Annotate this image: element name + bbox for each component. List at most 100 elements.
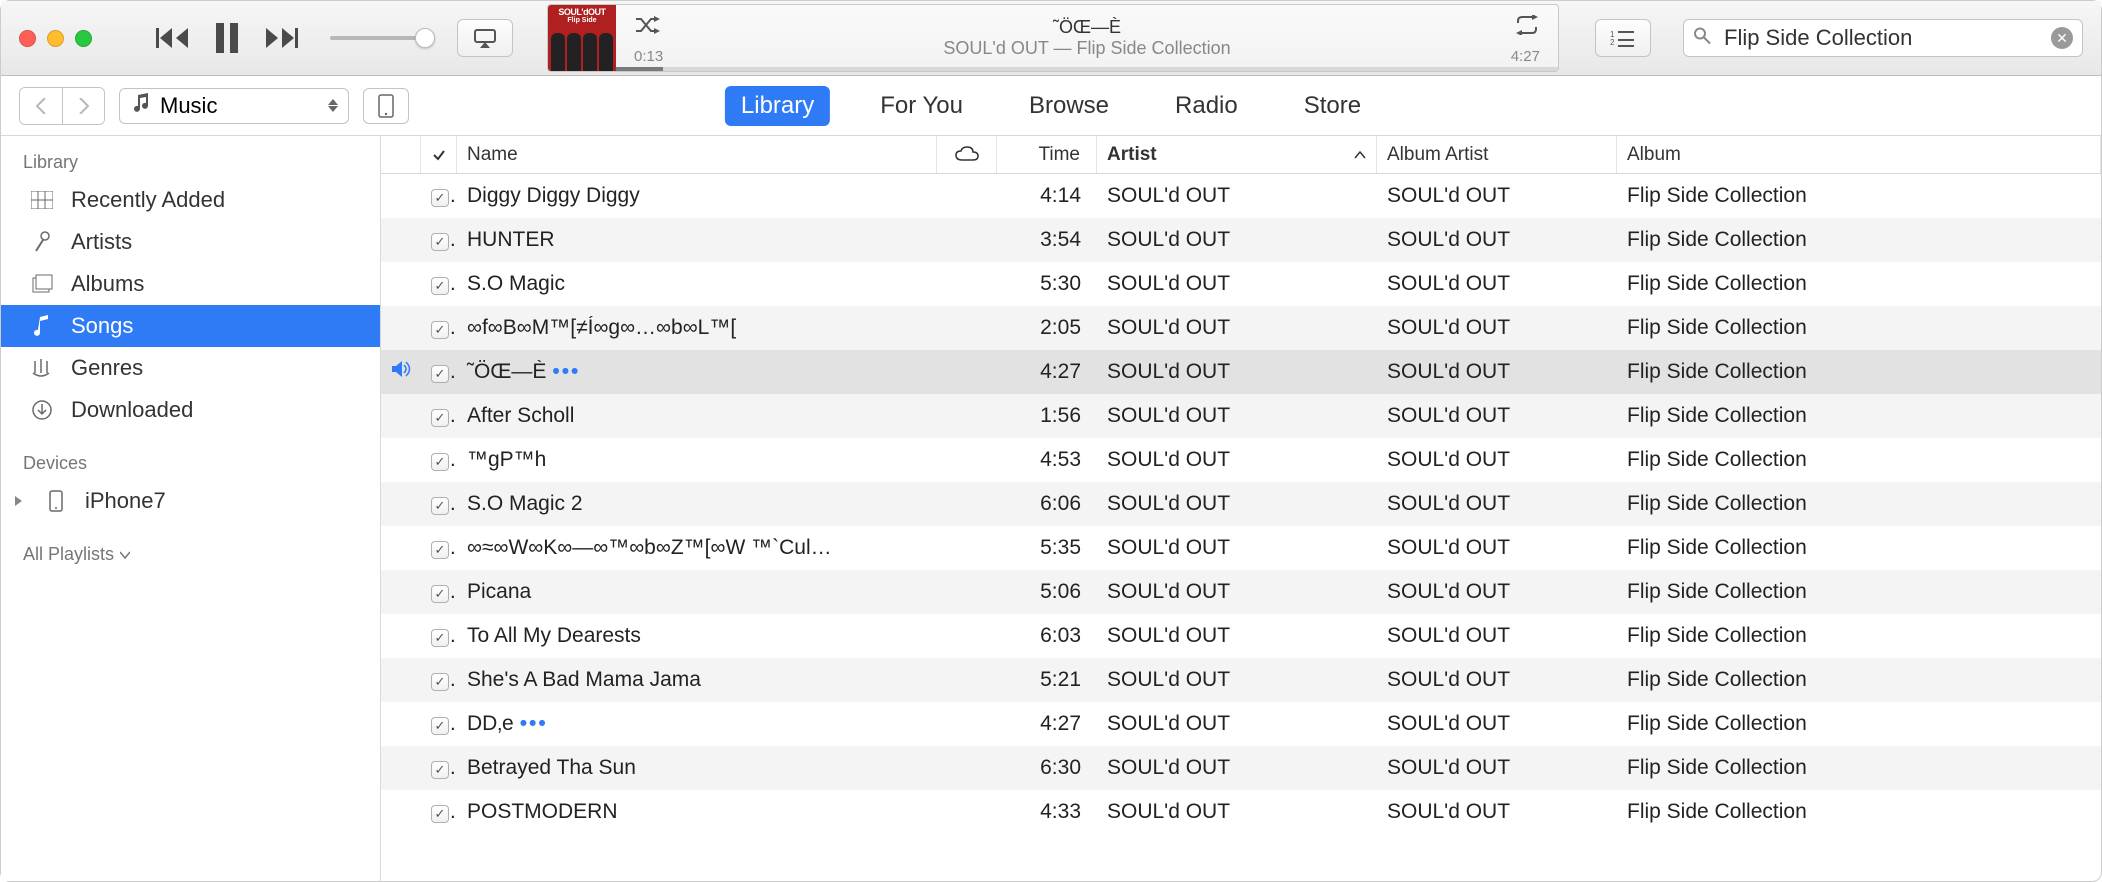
sidebar-item-downloaded[interactable]: Downloaded	[1, 389, 380, 431]
checkbox-cell[interactable]	[421, 272, 457, 296]
device-button[interactable]	[363, 88, 409, 124]
tab-browse[interactable]: Browse	[1013, 86, 1125, 126]
repeat-icon[interactable]	[1514, 15, 1540, 40]
track-album-artist: SOUL'd OUT	[1377, 404, 1617, 428]
search-input[interactable]	[1683, 19, 2083, 57]
back-button[interactable]	[20, 88, 62, 124]
table-row[interactable]: POSTMODERN4:33SOUL'd OUTSOUL'd OUTFlip S…	[381, 790, 2101, 834]
checkbox[interactable]	[431, 497, 449, 515]
col-artist[interactable]: Artist	[1097, 136, 1377, 173]
table-row[interactable]: To All My Dearests6:03SOUL'd OUTSOUL'd O…	[381, 614, 2101, 658]
checkbox-cell[interactable]	[421, 404, 457, 428]
table-row[interactable]: After Scholl1:56SOUL'd OUTSOUL'd OUTFlip…	[381, 394, 2101, 438]
col-time[interactable]: Time	[997, 136, 1097, 173]
volume-slider[interactable]	[330, 36, 425, 40]
table-row[interactable]: ™gP™h4:53SOUL'd OUTSOUL'd OUTFlip Side C…	[381, 438, 2101, 482]
table-row[interactable]: ∞≈∞W∞K∞—∞™∞b∞Z™[∞W ™`Cul…5:35SOUL'd OUTS…	[381, 526, 2101, 570]
track-album: Flip Side Collection	[1617, 580, 2101, 604]
table-row[interactable]: S.O Magic 26:06SOUL'd OUTSOUL'd OUTFlip …	[381, 482, 2101, 526]
forward-button[interactable]	[62, 88, 104, 124]
checkbox[interactable]	[431, 409, 449, 427]
sidebar-item-albums[interactable]: Albums	[1, 263, 380, 305]
track-time: 5:35	[997, 536, 1097, 560]
col-playing[interactable]	[381, 136, 421, 173]
track-name: HUNTER	[457, 228, 937, 252]
checkbox[interactable]	[431, 629, 449, 647]
col-name[interactable]: Name	[457, 136, 937, 173]
up-next-button[interactable]: 12	[1595, 19, 1651, 57]
tab-for-you[interactable]: For You	[864, 86, 979, 126]
checkbox-cell[interactable]	[421, 316, 457, 340]
checkbox[interactable]	[431, 277, 449, 295]
checkbox-cell[interactable]	[421, 228, 457, 252]
checkbox[interactable]	[431, 233, 449, 251]
checkbox-cell[interactable]	[421, 712, 457, 736]
checkbox[interactable]	[431, 189, 449, 207]
pause-button[interactable]	[214, 23, 240, 53]
table-row[interactable]: HUNTER3:54SOUL'd OUTSOUL'd OUTFlip Side …	[381, 218, 2101, 262]
checkbox-cell[interactable]	[421, 536, 457, 560]
checkbox-cell[interactable]	[421, 184, 457, 208]
checkbox[interactable]	[431, 717, 449, 735]
checkbox[interactable]	[431, 453, 449, 471]
track-time: 4:27	[997, 712, 1097, 736]
sidebar-item-genres[interactable]: Genres	[1, 347, 380, 389]
table-row[interactable]: Betrayed Tha Sun6:30SOUL'd OUTSOUL'd OUT…	[381, 746, 2101, 790]
sidebar-item-songs[interactable]: Songs	[1, 305, 380, 347]
table-row[interactable]: S.O Magic5:30SOUL'd OUTSOUL'd OUTFlip Si…	[381, 262, 2101, 306]
table-row[interactable]: ˜ÖŒ—È•••4:27SOUL'd OUTSOUL'd OUTFlip Sid…	[381, 350, 2101, 394]
disclosure-icon[interactable]	[13, 495, 27, 507]
album-art[interactable]: SOUL'dOUT Flip Side	[548, 5, 616, 72]
phone-icon	[43, 490, 69, 512]
checkbox-cell[interactable]	[421, 800, 457, 824]
checkbox-cell[interactable]	[421, 492, 457, 516]
checkbox[interactable]	[431, 321, 449, 339]
track-artist: SOUL'd OUT	[1097, 492, 1377, 516]
sidebar-item-label: Albums	[71, 271, 144, 297]
zoom-window-button[interactable]	[75, 30, 92, 47]
close-window-button[interactable]	[19, 30, 36, 47]
checkbox-cell[interactable]	[421, 580, 457, 604]
col-album-artist[interactable]: Album Artist	[1377, 136, 1617, 173]
media-picker[interactable]: Music	[119, 88, 349, 124]
progress-bar[interactable]	[616, 67, 1558, 71]
shuffle-icon[interactable]	[634, 15, 660, 40]
checkbox-cell[interactable]	[421, 756, 457, 780]
sidebar-item-device[interactable]: iPhone7	[1, 480, 380, 522]
table-row[interactable]: She's A Bad Mama Jama5:21SOUL'd OUTSOUL'…	[381, 658, 2101, 702]
tab-library[interactable]: Library	[725, 86, 830, 126]
checkbox-cell[interactable]	[421, 448, 457, 472]
sidebar-item-artists[interactable]: Artists	[1, 221, 380, 263]
col-check[interactable]	[421, 136, 457, 173]
checkbox[interactable]	[431, 805, 449, 823]
checkbox-cell[interactable]	[421, 624, 457, 648]
checkbox[interactable]	[431, 761, 449, 779]
more-icon[interactable]: •••	[520, 712, 548, 735]
sidebar-heading-playlists[interactable]: All Playlists	[1, 536, 380, 571]
col-album[interactable]: Album	[1617, 136, 2101, 173]
sidebar-item-recently-added[interactable]: Recently Added	[1, 179, 380, 221]
sidebar-item-label: iPhone7	[85, 488, 166, 514]
previous-button[interactable]	[156, 26, 192, 50]
track-time: 5:06	[997, 580, 1097, 604]
airplay-button[interactable]	[457, 19, 513, 57]
checkbox[interactable]	[431, 365, 449, 383]
tab-store[interactable]: Store	[1288, 86, 1377, 126]
table-row[interactable]: ∞f∞B∞M™[≠Í∞g∞…∞b∞L™[2:05SOUL'd OUTSOUL'd…	[381, 306, 2101, 350]
track-album-artist: SOUL'd OUT	[1377, 228, 1617, 252]
checkbox-cell[interactable]	[421, 360, 457, 384]
checkbox-cell[interactable]	[421, 668, 457, 692]
checkbox[interactable]	[431, 673, 449, 691]
clear-search-button[interactable]: ✕	[2051, 27, 2073, 49]
table-row[interactable]: Diggy Diggy Diggy4:14SOUL'd OUTSOUL'd OU…	[381, 174, 2101, 218]
table-row[interactable]: DD‚e•••4:27SOUL'd OUTSOUL'd OUTFlip Side…	[381, 702, 2101, 746]
tab-radio[interactable]: Radio	[1159, 86, 1254, 126]
next-button[interactable]	[262, 26, 298, 50]
minimize-window-button[interactable]	[47, 30, 64, 47]
col-cloud[interactable]	[937, 136, 997, 173]
checkbox[interactable]	[431, 585, 449, 603]
track-artist: SOUL'd OUT	[1097, 624, 1377, 648]
checkbox[interactable]	[431, 541, 449, 559]
table-row[interactable]: Picana5:06SOUL'd OUTSOUL'd OUTFlip Side …	[381, 570, 2101, 614]
more-icon[interactable]: •••	[552, 360, 580, 383]
